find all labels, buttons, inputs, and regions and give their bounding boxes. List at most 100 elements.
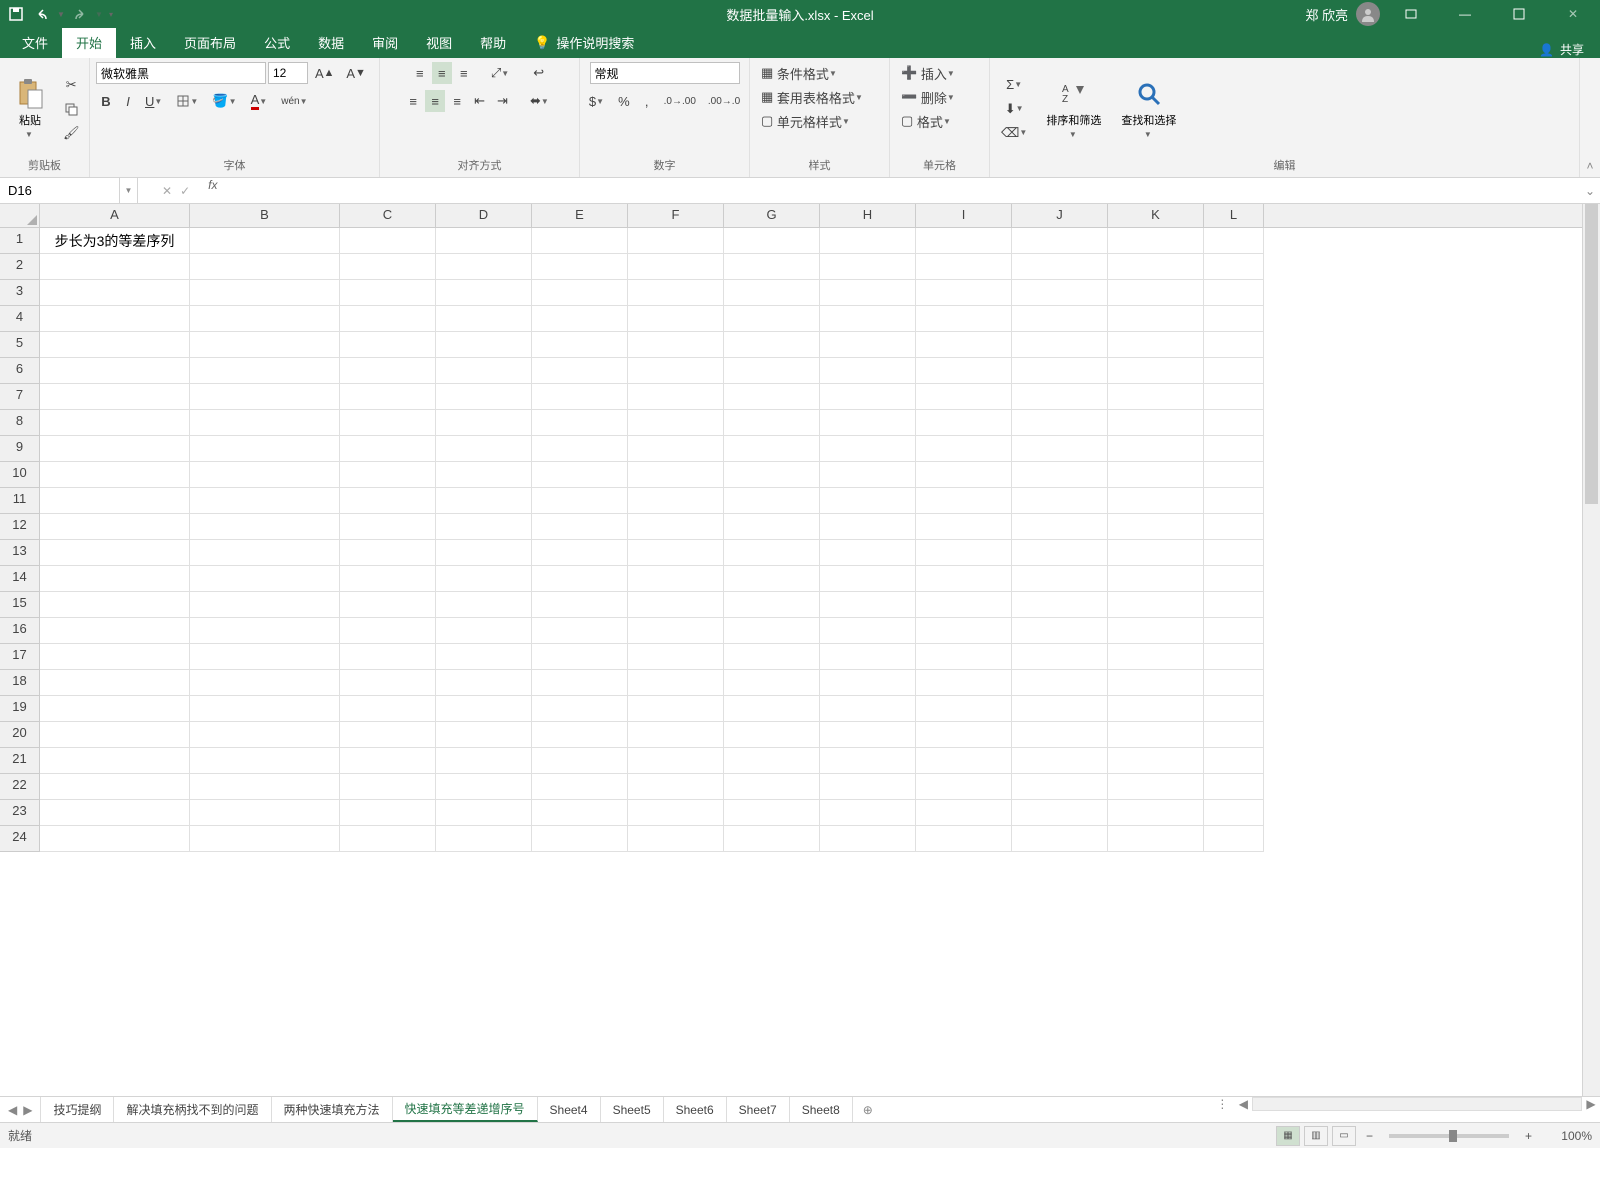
cell[interactable]	[1204, 384, 1264, 410]
cell[interactable]	[1204, 618, 1264, 644]
cell[interactable]	[916, 644, 1012, 670]
cell[interactable]	[628, 306, 724, 332]
cell[interactable]	[628, 826, 724, 852]
cell[interactable]	[1012, 774, 1108, 800]
cell[interactable]	[532, 280, 628, 306]
cell[interactable]	[436, 228, 532, 254]
cell[interactable]	[1108, 696, 1204, 722]
cell[interactable]	[40, 644, 190, 670]
cell[interactable]	[916, 774, 1012, 800]
cell[interactable]	[1012, 306, 1108, 332]
cell[interactable]	[628, 462, 724, 488]
increase-decimal-button[interactable]: .0→.00	[659, 90, 701, 112]
cell[interactable]	[916, 722, 1012, 748]
cell[interactable]	[532, 358, 628, 384]
cell[interactable]	[40, 618, 190, 644]
cell[interactable]	[190, 748, 340, 774]
cell[interactable]	[190, 228, 340, 254]
cell[interactable]	[724, 540, 820, 566]
row-header[interactable]: 8	[0, 410, 40, 436]
cell[interactable]	[724, 280, 820, 306]
tab-formulas[interactable]: 公式	[250, 27, 304, 58]
align-middle-button[interactable]: ≡	[432, 62, 452, 84]
cell[interactable]	[1012, 670, 1108, 696]
cell[interactable]	[916, 826, 1012, 852]
cell[interactable]	[436, 644, 532, 670]
page-layout-view-button[interactable]: ▥	[1304, 1126, 1328, 1146]
cell[interactable]	[916, 436, 1012, 462]
row-header[interactable]: 15	[0, 592, 40, 618]
cell[interactable]	[340, 514, 436, 540]
cell[interactable]	[628, 540, 724, 566]
cell[interactable]	[724, 514, 820, 540]
cell[interactable]	[724, 332, 820, 358]
align-right-button[interactable]: ≡	[447, 90, 467, 112]
sort-filter-button[interactable]: AZ 排序和筛选▼	[1038, 74, 1109, 143]
cell[interactable]	[1108, 514, 1204, 540]
cell[interactable]	[436, 436, 532, 462]
cell[interactable]	[40, 748, 190, 774]
cell[interactable]	[1012, 644, 1108, 670]
cell[interactable]	[916, 384, 1012, 410]
cell[interactable]	[190, 514, 340, 540]
row-header[interactable]: 6	[0, 358, 40, 384]
tab-data[interactable]: 数据	[304, 27, 358, 58]
cell[interactable]	[1204, 488, 1264, 514]
cell[interactable]	[1012, 488, 1108, 514]
cell[interactable]	[190, 358, 340, 384]
cell[interactable]	[724, 774, 820, 800]
cell[interactable]	[820, 748, 916, 774]
cell[interactable]	[532, 436, 628, 462]
tab-view[interactable]: 视图	[412, 27, 466, 58]
accounting-format-button[interactable]: $▼	[584, 90, 611, 112]
cell[interactable]	[532, 592, 628, 618]
zoom-out-button[interactable]: −	[1360, 1129, 1379, 1143]
cell[interactable]	[436, 592, 532, 618]
decrease-indent-button[interactable]: ⇤	[469, 90, 490, 112]
cell[interactable]	[628, 644, 724, 670]
cell[interactable]	[40, 280, 190, 306]
cell[interactable]	[190, 774, 340, 800]
sheet-tab[interactable]: Sheet4	[538, 1097, 601, 1122]
cell[interactable]	[916, 592, 1012, 618]
cell[interactable]	[1204, 826, 1264, 852]
cell[interactable]	[436, 514, 532, 540]
cell[interactable]	[40, 540, 190, 566]
cell[interactable]	[916, 280, 1012, 306]
cell[interactable]	[532, 514, 628, 540]
cell[interactable]	[340, 280, 436, 306]
normal-view-button[interactable]: ▦	[1276, 1126, 1300, 1146]
cell[interactable]	[436, 462, 532, 488]
align-top-button[interactable]: ≡	[410, 62, 430, 84]
comma-button[interactable]: ,	[637, 90, 657, 112]
cell[interactable]	[820, 644, 916, 670]
autosum-button[interactable]: Σ▼	[996, 74, 1034, 96]
cell[interactable]	[820, 774, 916, 800]
cell[interactable]	[1108, 306, 1204, 332]
column-header[interactable]: H	[820, 204, 916, 227]
cell[interactable]	[628, 488, 724, 514]
wrap-text-button[interactable]: ↩	[528, 62, 549, 84]
phonetic-button[interactable]: wén▼	[276, 90, 314, 112]
cell[interactable]	[724, 592, 820, 618]
cell[interactable]	[1108, 462, 1204, 488]
cell[interactable]	[436, 306, 532, 332]
cell[interactable]	[532, 748, 628, 774]
cell[interactable]	[436, 774, 532, 800]
sheet-tab[interactable]: 技巧提纲	[41, 1097, 114, 1122]
row-header[interactable]: 9	[0, 436, 40, 462]
cell[interactable]	[1012, 280, 1108, 306]
format-painter-button[interactable]: 🖌	[58, 122, 85, 144]
cell[interactable]	[724, 722, 820, 748]
cell[interactable]	[340, 410, 436, 436]
row-header[interactable]: 11	[0, 488, 40, 514]
cell[interactable]	[628, 436, 724, 462]
cell[interactable]	[340, 826, 436, 852]
border-button[interactable]: ▼	[171, 90, 205, 112]
cell[interactable]	[1204, 462, 1264, 488]
cell[interactable]	[340, 566, 436, 592]
conditional-format-button[interactable]: ▦ 条件格式▼	[756, 62, 844, 84]
cell[interactable]	[1012, 540, 1108, 566]
zoom-level-label[interactable]: 100%	[1542, 1129, 1592, 1143]
cell[interactable]	[40, 800, 190, 826]
